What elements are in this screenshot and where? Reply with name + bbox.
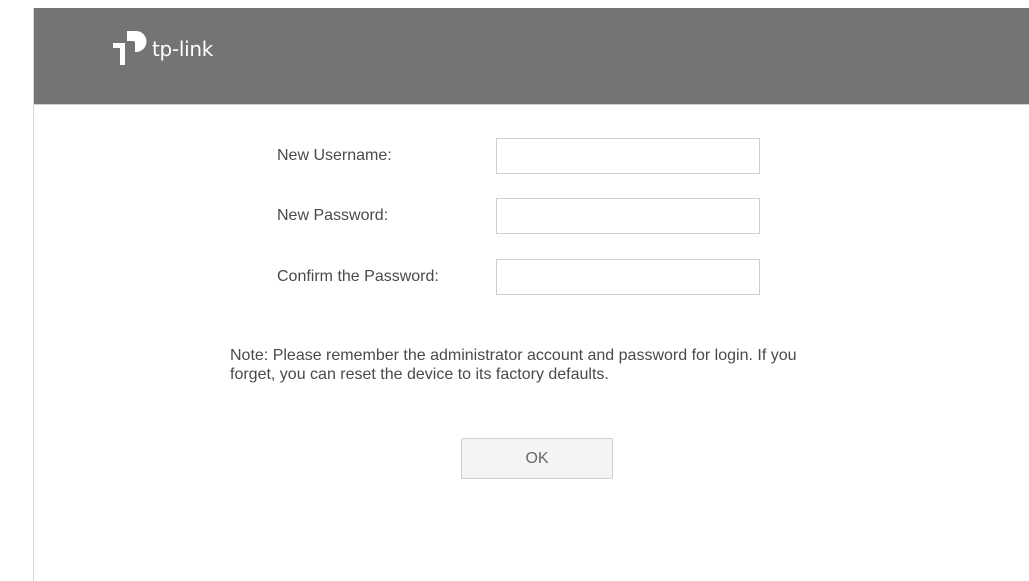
tp-link-logo-icon	[113, 31, 147, 65]
brand-logo: tp-link	[110, 28, 213, 68]
login-setup-panel: tp-link New Username: New Password: Conf…	[33, 8, 1029, 581]
brand-name: tp-link	[152, 37, 214, 61]
username-input[interactable]	[496, 138, 760, 174]
username-row: New Username:	[34, 138, 1029, 174]
confirm-password-label: Confirm the Password:	[277, 268, 439, 285]
header-bar: tp-link	[34, 8, 1029, 105]
confirm-password-input[interactable]	[496, 259, 760, 295]
admin-note: Note: Please remember the administrator …	[230, 347, 797, 383]
confirm-password-row: Confirm the Password:	[34, 259, 1029, 295]
password-input[interactable]	[496, 198, 760, 234]
username-label: New Username:	[277, 147, 392, 164]
password-row: New Password:	[34, 198, 1029, 234]
password-label: New Password:	[277, 207, 389, 224]
ok-button[interactable]: OK	[461, 438, 613, 479]
